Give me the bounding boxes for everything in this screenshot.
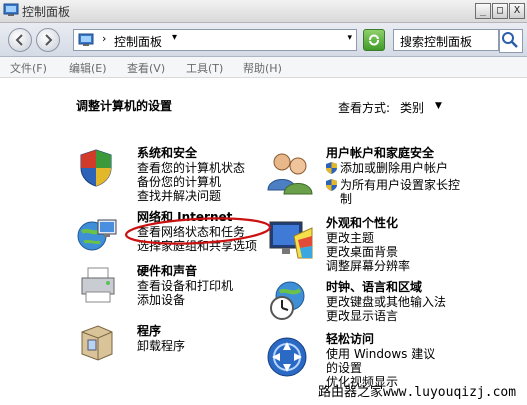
link-desktop-background[interactable]: 更改桌面背景 (326, 245, 410, 259)
title-bar[interactable]: 控制面板 _ □ X (0, 0, 527, 23)
system-security-shield-icon[interactable] (78, 148, 114, 188)
category-title[interactable]: 轻松访问 (326, 332, 446, 347)
arrow-left-icon (15, 34, 23, 46)
forward-button[interactable] (36, 28, 60, 52)
breadcrumb-dropdown[interactable]: ▾ (172, 32, 177, 43)
ease-of-access-icon[interactable] (266, 336, 308, 378)
link-parental-controls[interactable]: 为所有用户设置家长控制 (326, 178, 460, 206)
back-button[interactable] (8, 28, 32, 52)
uac-shield-icon (326, 179, 337, 191)
search-placeholder: 搜索控制面板 (400, 35, 473, 49)
category-title[interactable]: 时钟、语言和区域 (326, 280, 446, 295)
link-devices-printers[interactable]: 查看设备和打印机 (137, 279, 233, 293)
link-add-device[interactable]: 添加设备 (137, 293, 233, 307)
breadcrumb-separator[interactable]: › (102, 32, 106, 45)
link-backup-computer[interactable]: 备份您的计算机 (137, 175, 245, 189)
printer-icon[interactable] (78, 266, 118, 306)
link-add-remove-accounts[interactable]: 添加或删除用户帐户 (326, 161, 460, 175)
link-screen-resolution[interactable]: 调整屏幕分辨率 (326, 259, 410, 273)
category-title[interactable]: 外观和个性化 (326, 216, 410, 231)
programs-box-icon[interactable] (78, 322, 116, 362)
link-uninstall-program[interactable]: 卸载程序 (137, 339, 185, 353)
link-label: 为所有用户设置家长控制 (340, 178, 461, 206)
view-by-dropdown-icon[interactable]: ▼ (435, 101, 442, 111)
refresh-button[interactable] (363, 29, 385, 51)
view-by-label: 查看方式: (338, 101, 391, 115)
address-dropdown-button[interactable]: ▾ (347, 33, 352, 43)
category-hardware-sound: 硬件和声音 查看设备和打印机 添加设备 (137, 264, 233, 307)
maximize-button[interactable]: □ (492, 3, 508, 19)
view-by-select[interactable]: 类别 (400, 99, 424, 116)
breadcrumb-control-panel[interactable]: 控制面板 (114, 33, 162, 50)
menu-file[interactable]: 文件(F) (10, 60, 47, 76)
window-title: 控制面板 (22, 5, 71, 19)
control-panel-icon (78, 33, 94, 46)
control-panel-icon (3, 3, 19, 16)
refresh-icon (369, 34, 379, 46)
search-icon (502, 32, 518, 48)
appearance-monitor-icon[interactable] (268, 218, 314, 262)
search-button[interactable] (499, 29, 523, 53)
link-label: 添加或删除用户帐户 (340, 161, 449, 175)
address-bar[interactable]: › 控制面板 ▾ ▾ (73, 29, 357, 51)
arrow-right-icon (45, 34, 53, 46)
category-appearance: 外观和个性化 更改主题 更改桌面背景 调整屏幕分辨率 (326, 216, 410, 273)
category-title[interactable]: 系统和安全 (137, 146, 245, 161)
menu-help[interactable]: 帮助(H) (243, 60, 282, 76)
search-input[interactable]: 搜索控制面板 (393, 29, 499, 51)
address-toolbar: › 控制面板 ▾ ▾ 搜索控制面板 (0, 23, 527, 57)
menu-edit[interactable]: 编辑(E) (69, 60, 107, 76)
link-troubleshoot[interactable]: 查找并解决问题 (137, 189, 245, 203)
minimize-button[interactable]: _ (475, 3, 491, 19)
link-view-computer-status[interactable]: 查看您的计算机状态 (137, 161, 245, 175)
category-programs: 程序 卸载程序 (137, 324, 185, 353)
category-title[interactable]: 程序 (137, 324, 185, 339)
category-user-accounts: 用户帐户和家庭安全 添加或删除用户帐户 为所有用户设置家长控制 (326, 146, 460, 206)
category-clock-language-region: 时钟、语言和区域 更改键盘或其他输入法 更改显示语言 (326, 280, 446, 323)
menu-view[interactable]: 查看(V) (127, 60, 165, 76)
menu-tools[interactable]: 工具(T) (186, 60, 223, 76)
link-change-theme[interactable]: 更改主题 (326, 231, 410, 245)
uac-shield-icon (326, 162, 337, 174)
category-title[interactable]: 用户帐户和家庭安全 (326, 146, 460, 161)
category-title[interactable]: 硬件和声音 (137, 264, 233, 279)
network-globe-icon[interactable] (76, 214, 120, 254)
category-system-security: 系统和安全 查看您的计算机状态 备份您的计算机 查找并解决问题 (137, 146, 245, 203)
control-panel-window: 控制面板 _ □ X › 控制面板 ▾ ▾ 搜索控制面板 文件(F) 编辑(E)… (0, 0, 527, 405)
page-heading: 调整计算机的设置 (76, 99, 173, 113)
annotation-ellipse (124, 217, 272, 245)
link-windows-suggested-settings[interactable]: 使用 Windows 建议的设置 (326, 347, 446, 375)
watermark-text: 路由器之家www.luyouqizj.com (318, 385, 517, 400)
link-display-language[interactable]: 更改显示语言 (326, 309, 446, 323)
close-button[interactable]: X (509, 3, 525, 19)
users-icon[interactable] (266, 150, 314, 196)
menu-bar: 文件(F) 编辑(E) 查看(V) 工具(T) 帮助(H) (0, 57, 527, 78)
link-keyboard-input[interactable]: 更改键盘或其他输入法 (326, 295, 446, 309)
clock-globe-icon[interactable] (268, 280, 308, 322)
